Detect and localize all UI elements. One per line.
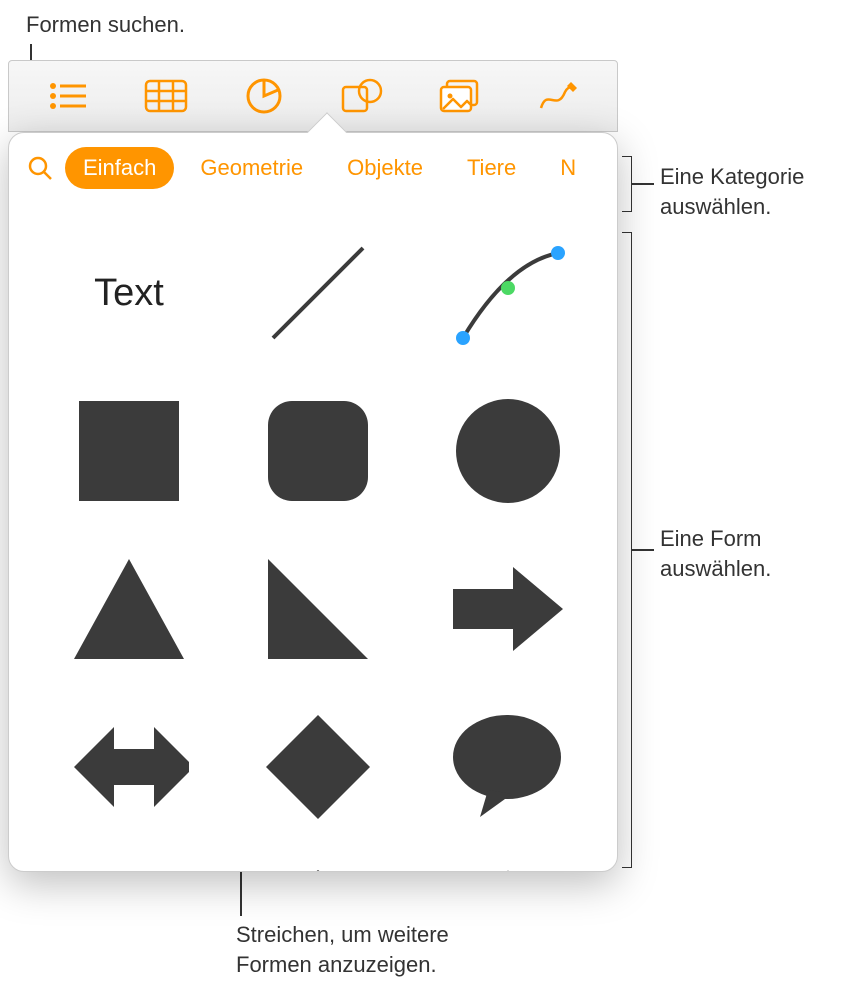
shape-star[interactable] <box>448 865 568 872</box>
shape-callout-rect[interactable] <box>69 865 189 872</box>
shape-triangle[interactable] <box>69 549 189 669</box>
shape-diamond[interactable] <box>258 707 378 827</box>
media-icon[interactable] <box>428 72 492 120</box>
shape-circle[interactable] <box>448 391 568 511</box>
tab-objekte[interactable]: Objekte <box>329 147 441 189</box>
shape-arrow-right[interactable] <box>448 549 568 669</box>
shape-speech-bubble[interactable] <box>448 707 568 827</box>
callout-shape-line <box>632 549 654 551</box>
callout-category: Eine Kategorie auswählen. <box>660 162 804 221</box>
shape-text-label: Text <box>94 272 164 315</box>
list-icon[interactable] <box>36 72 100 120</box>
shape-text[interactable]: Text <box>69 233 189 353</box>
shapes-grid[interactable]: Text <box>9 203 617 872</box>
callout-search: Formen suchen. <box>26 10 185 40</box>
search-icon[interactable] <box>23 151 57 185</box>
tab-geometrie[interactable]: Geometrie <box>182 147 321 189</box>
tab-einfach[interactable]: Einfach <box>65 147 174 189</box>
shape-right-triangle[interactable] <box>258 549 378 669</box>
chart-icon[interactable] <box>232 72 296 120</box>
shape-square[interactable] <box>69 391 189 511</box>
shape-icon[interactable] <box>330 72 394 120</box>
shapes-popover: Einfach Geometrie Objekte Tiere N Text <box>8 132 618 872</box>
shape-pentagon[interactable] <box>258 865 378 872</box>
callout-category-bracket <box>622 156 632 212</box>
category-tabbar: Einfach Geometrie Objekte Tiere N <box>9 133 617 203</box>
shape-curve[interactable] <box>448 233 568 353</box>
callout-swipe: Streichen, um weitere Formen anzuzeigen. <box>236 920 449 979</box>
callout-shape: Eine Form auswählen. <box>660 524 771 583</box>
draw-icon[interactable] <box>526 72 590 120</box>
table-icon[interactable] <box>134 72 198 120</box>
shape-double-arrow[interactable] <box>69 707 189 827</box>
tab-tiere[interactable]: Tiere <box>449 147 534 189</box>
shape-line[interactable] <box>258 233 378 353</box>
toolbar <box>8 60 618 132</box>
tab-more[interactable]: N <box>542 147 594 189</box>
callout-shape-bracket <box>622 232 632 868</box>
callout-category-line <box>632 183 654 185</box>
shape-rounded-square[interactable] <box>258 391 378 511</box>
